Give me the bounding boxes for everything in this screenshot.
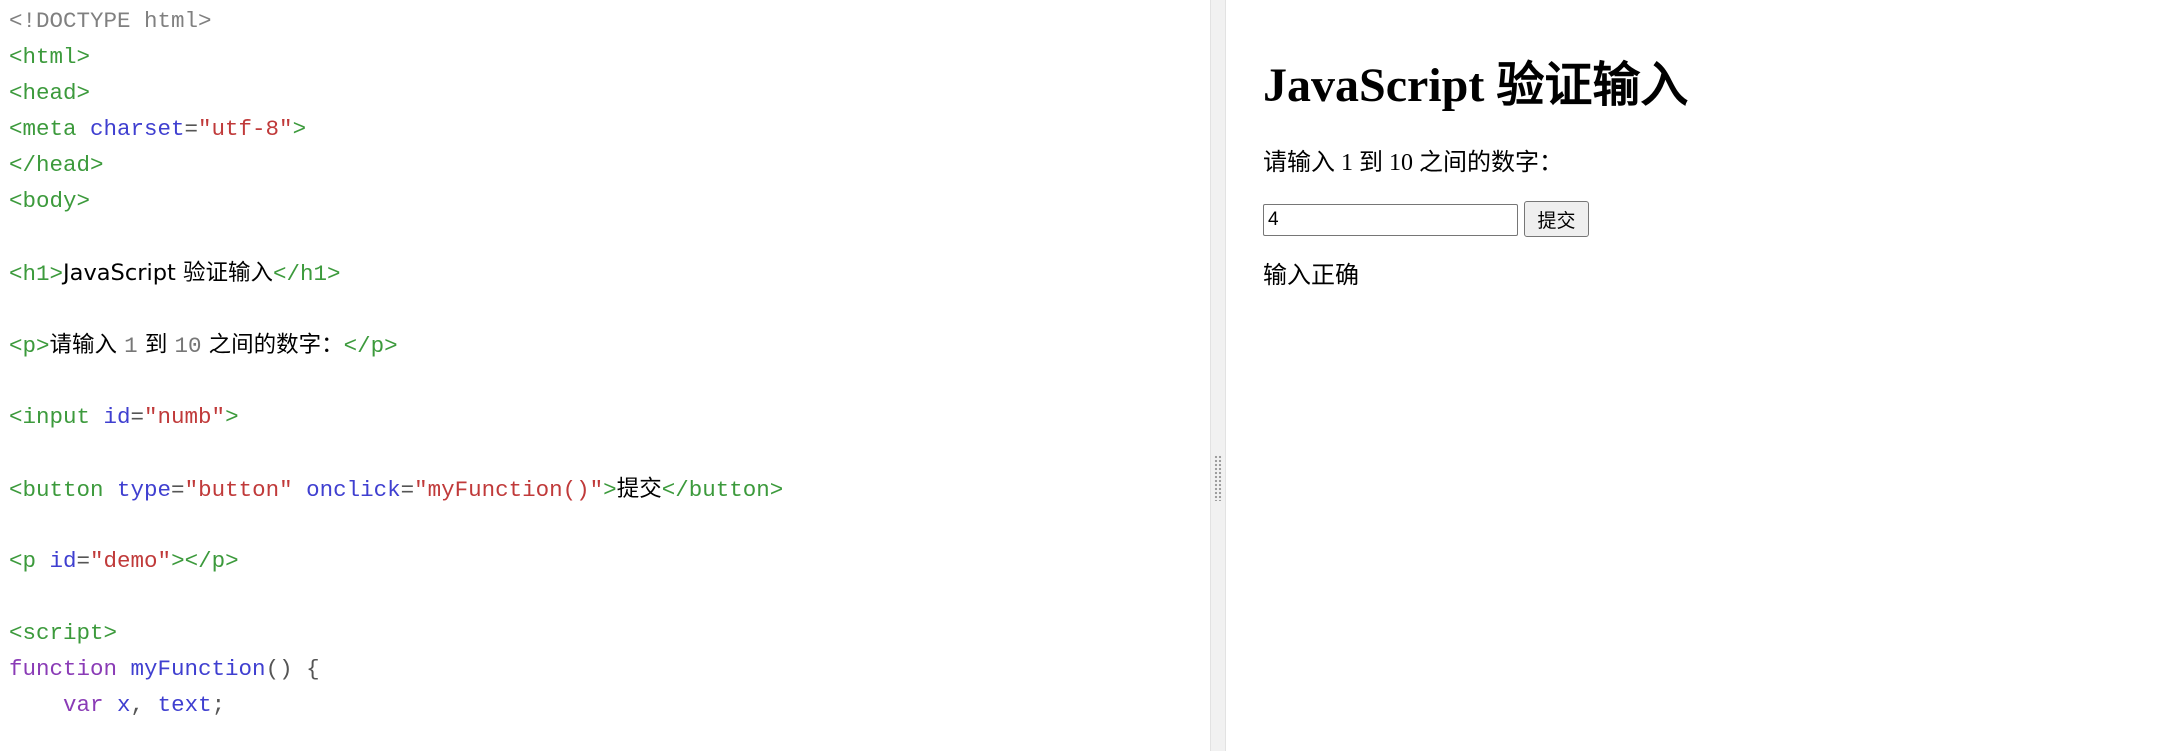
code-token: "button"	[184, 477, 293, 503]
code-token: id	[49, 548, 77, 574]
code-token: <p	[9, 548, 50, 574]
code-token: "demo"	[90, 548, 172, 574]
code-line[interactable]: <input id="numb">	[9, 399, 783, 435]
code-token: </h1>	[272, 261, 341, 287]
preview-heading: JavaScript 验证输入	[1263, 59, 1689, 112]
code-token: >	[603, 477, 617, 503]
code-token: 提交	[616, 476, 662, 502]
code-line[interactable]: </head>	[9, 147, 783, 183]
code-token: <script>	[9, 620, 118, 646]
code-token: text	[157, 692, 212, 718]
code-token: JavaScript 验证输入	[63, 260, 273, 286]
code-line[interactable]: <!DOCTYPE html>	[9, 3, 783, 39]
code-token: () {	[265, 656, 320, 682]
code-token: 10	[174, 333, 202, 359]
code-token: onclick	[292, 477, 401, 503]
code-line[interactable]: <body>	[9, 183, 783, 219]
code-token: <head>	[9, 80, 91, 106]
code-token: "numb"	[144, 404, 226, 430]
code-token: myFunction	[130, 656, 266, 682]
code-token: x	[117, 692, 131, 718]
code-line[interactable]: <h1>JavaScript 验证输入</h1>	[9, 255, 783, 291]
code-token: >	[292, 116, 307, 142]
code-token: var	[63, 692, 118, 718]
code-line[interactable]: <p>请输入 1 到 10 之间的数字：</p>	[9, 327, 783, 363]
code-line[interactable]: <p id="demo"></p>	[9, 543, 783, 579]
code-token: function	[9, 656, 131, 682]
code-token: 之间的数字：	[201, 332, 344, 358]
drag-grip-icon	[1214, 455, 1222, 501]
code-token: "utf-8"	[198, 116, 293, 142]
number-input[interactable]	[1263, 204, 1518, 236]
code-token: charset	[90, 116, 185, 142]
code-token: </head>	[9, 152, 104, 178]
code-line[interactable]: <script>	[9, 615, 783, 651]
submit-button[interactable]: 提交	[1524, 201, 1589, 237]
result-preview-pane: JavaScript 验证输入 请输入 1 到 10 之间的数字： 提交 输入正…	[1226, 0, 2167, 751]
code-token: =	[184, 116, 199, 142]
code-token: <input	[9, 404, 104, 430]
preview-prompt: 请输入 1 到 10 之间的数字：	[1263, 150, 1563, 176]
code-token: <meta	[9, 116, 91, 142]
code-token: <button	[9, 477, 118, 503]
code-token: =	[171, 477, 185, 503]
code-token: type	[117, 477, 172, 503]
code-line[interactable]	[9, 507, 783, 543]
code-token: ></p>	[171, 548, 239, 574]
code-token: </p>	[343, 333, 398, 359]
code-token: id	[103, 404, 131, 430]
code-line[interactable]	[9, 219, 783, 255]
code-line[interactable]: <html>	[9, 39, 783, 75]
code-token: ;	[211, 692, 226, 718]
code-token: <!DOCTYPE html>	[9, 8, 212, 34]
code-line[interactable]: <button type="button" onclick="myFunctio…	[9, 471, 783, 507]
code-token: <h1>	[9, 261, 64, 287]
pane-resize-handle[interactable]	[1210, 0, 1226, 751]
code-token: =	[76, 548, 91, 574]
code-token: ,	[130, 692, 158, 718]
code-line[interactable]: function myFunction() {	[9, 651, 783, 687]
code-editor[interactable]: <!DOCTYPE html> <html> <head> <meta charset…	[9, 3, 783, 723]
code-token: =	[130, 404, 145, 430]
code-token: 1	[124, 333, 138, 359]
code-token: </button>	[661, 477, 784, 503]
code-line[interactable]	[9, 579, 783, 615]
code-token: <html>	[9, 44, 91, 70]
code-line[interactable]: <head>	[9, 75, 783, 111]
code-line[interactable]	[9, 291, 783, 327]
code-token: <body>	[9, 188, 91, 214]
code-token: =	[400, 477, 415, 503]
code-token: "myFunction()"	[414, 477, 604, 503]
code-line[interactable]	[9, 435, 783, 471]
code-token: <p>	[9, 333, 50, 359]
code-line[interactable]: var x, text;	[9, 687, 783, 723]
code-token: >	[225, 404, 239, 430]
code-line[interactable]	[9, 363, 783, 399]
validation-result: 输入正确	[1263, 263, 1359, 289]
code-token: 到	[137, 332, 175, 358]
code-token: 请输入	[49, 332, 125, 358]
code-line[interactable]: <meta charset="utf-8">	[9, 111, 783, 147]
code-editor-pane[interactable]: <!DOCTYPE html> <html> <head> <meta charset…	[0, 0, 1210, 751]
